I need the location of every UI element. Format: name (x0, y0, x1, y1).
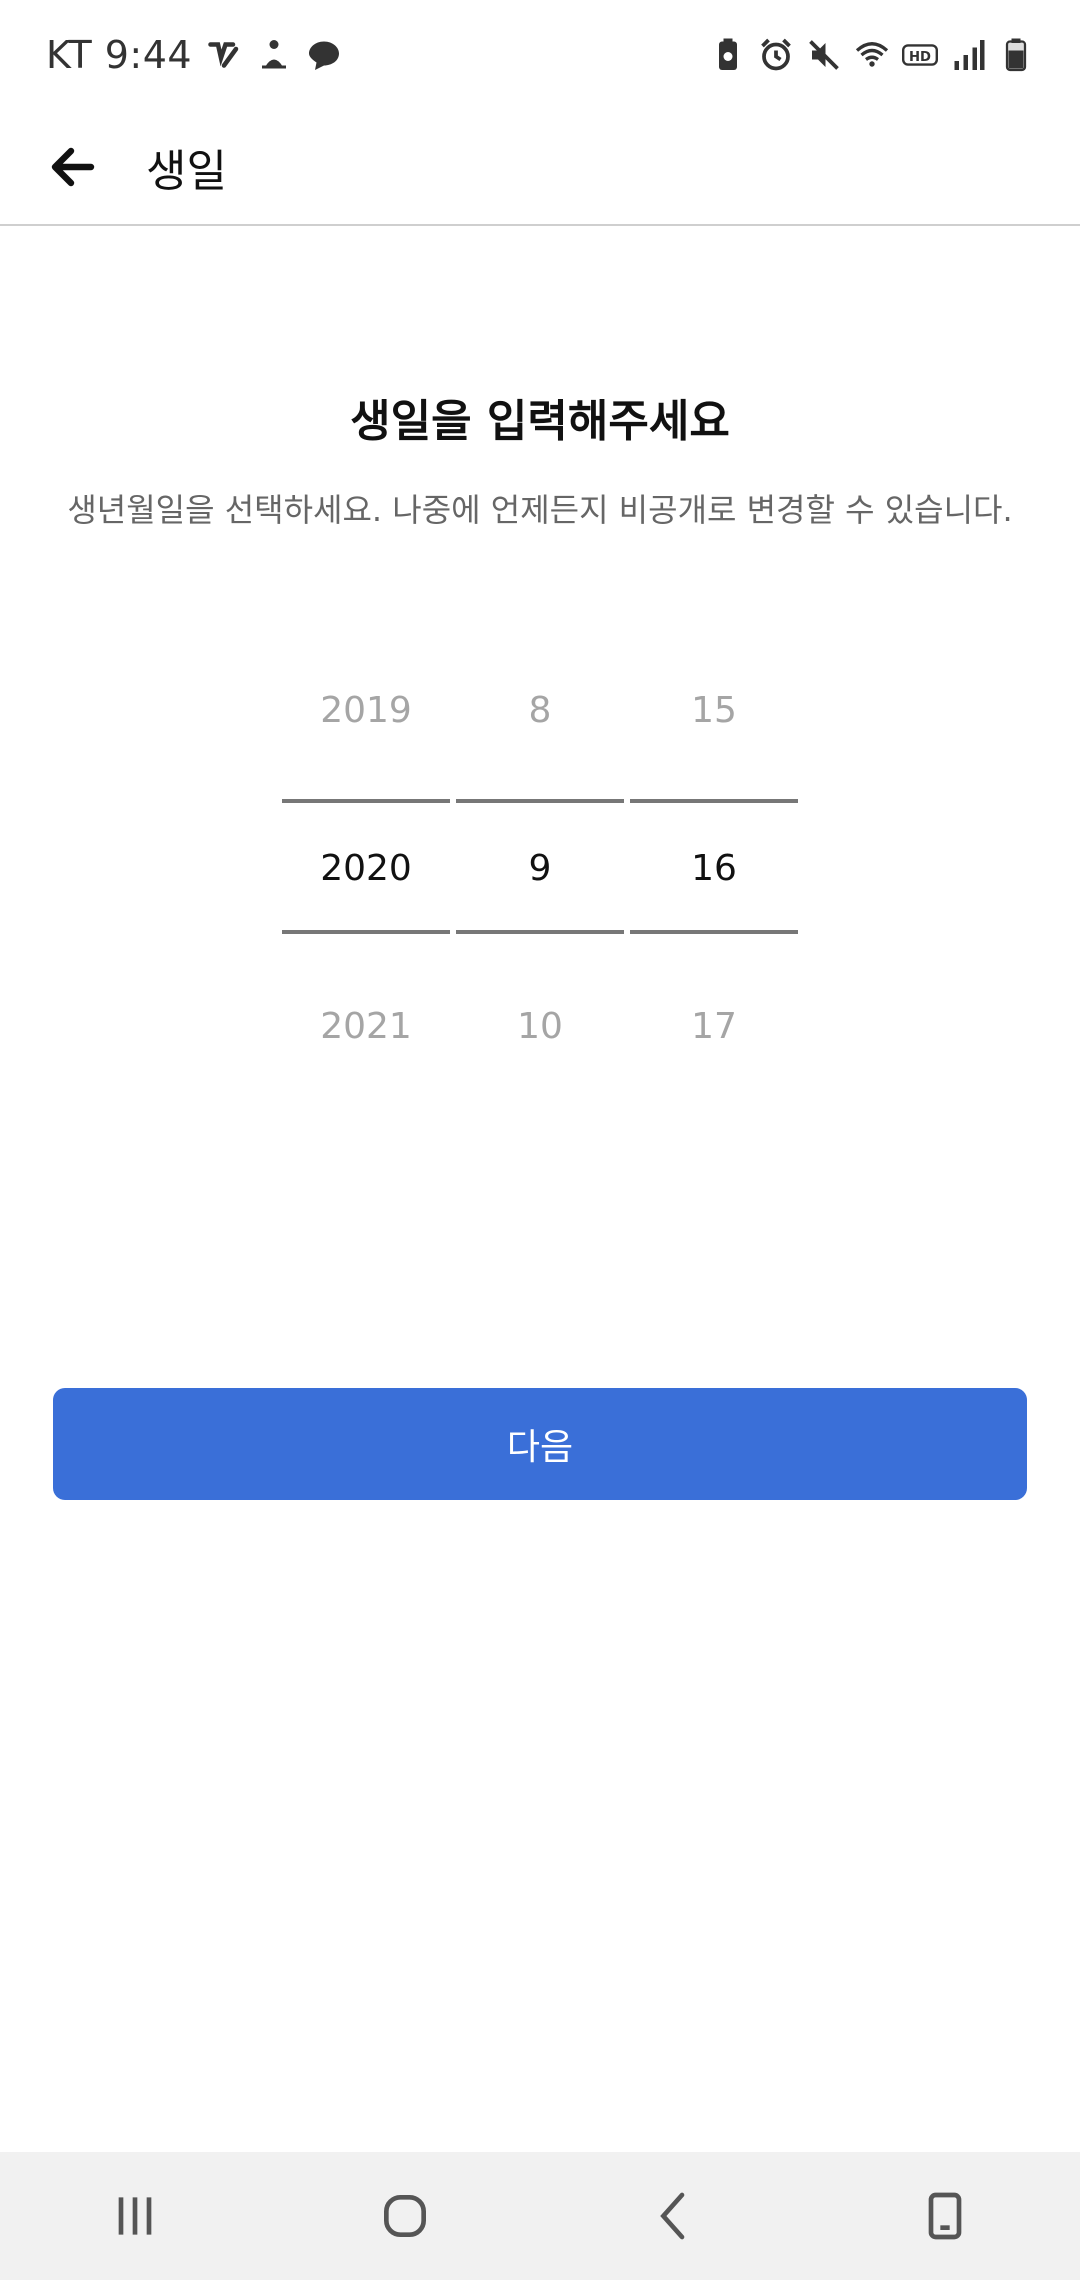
year-divider-top (282, 799, 450, 803)
year-next[interactable]: 2021 (282, 1006, 450, 1047)
vpn-key-icon (206, 37, 242, 73)
alarm-icon (758, 37, 794, 73)
status-bar: KT 9:44 HD (0, 0, 1080, 110)
date-picker: 2019 2020 2021 8 9 10 15 16 17 (282, 650, 798, 1070)
system-back-button[interactable] (615, 2166, 735, 2266)
chat-bubble-icon (306, 37, 342, 73)
day-next[interactable]: 17 (630, 1006, 798, 1047)
carrier-time: KT 9:44 (46, 33, 193, 77)
page-title: 생일 (146, 146, 227, 197)
home-icon (384, 2195, 426, 2237)
battery-icon (998, 37, 1034, 73)
recent-apps-button[interactable] (75, 2166, 195, 2266)
subheading: 생년월일을 선택하세요. 나중에 언제든지 비공개로 변경할 수 있습니다. (67, 491, 1013, 529)
phone-screen-icon (928, 2192, 962, 2240)
year-prev[interactable]: 2019 (282, 690, 450, 731)
chevron-left-icon (660, 2192, 685, 2240)
home-button[interactable] (345, 2166, 465, 2266)
signal-icon (950, 37, 986, 73)
month-prev[interactable]: 8 (456, 690, 624, 731)
month-next[interactable]: 10 (456, 1006, 624, 1047)
svg-text:HD: HD (909, 50, 931, 65)
app-bar: 생일 (0, 110, 1080, 226)
year-selected[interactable]: 2020 (282, 848, 450, 889)
back-button[interactable] (38, 132, 108, 202)
wifi-icon (854, 37, 890, 73)
day-divider-top (630, 799, 798, 803)
heading: 생일을 입력해주세요 (350, 396, 730, 447)
next-button[interactable]: 다음 (53, 1388, 1027, 1500)
battery-saver-icon (710, 37, 746, 73)
month-picker[interactable]: 8 9 10 (456, 650, 624, 1070)
day-picker[interactable]: 15 16 17 (630, 650, 798, 1070)
status-right: HD (710, 37, 1034, 73)
month-divider-bottom (456, 930, 624, 934)
arrow-left-icon (51, 147, 95, 187)
month-selected[interactable]: 9 (456, 848, 624, 889)
year-picker[interactable]: 2019 2020 2021 (282, 650, 450, 1070)
year-divider-bottom (282, 930, 450, 934)
person-meditating-icon (256, 37, 292, 73)
status-left: KT 9:44 (46, 33, 342, 77)
hd-icon: HD (902, 37, 938, 73)
mute-icon (806, 37, 842, 73)
month-divider-top (456, 799, 624, 803)
screen-button[interactable] (885, 2166, 1005, 2266)
day-selected[interactable]: 16 (630, 848, 798, 889)
navigation-bar (0, 2152, 1080, 2280)
day-divider-bottom (630, 930, 798, 934)
recent-apps-icon (118, 2197, 152, 2235)
day-prev[interactable]: 15 (630, 690, 798, 731)
